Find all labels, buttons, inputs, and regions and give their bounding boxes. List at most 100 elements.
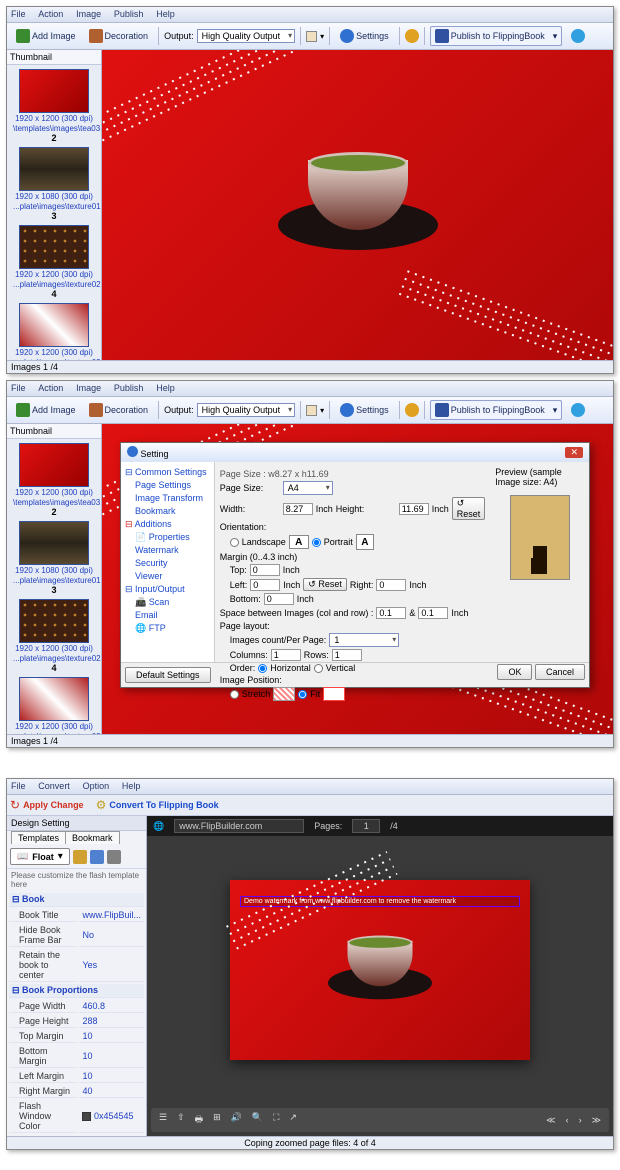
property-value[interactable]: No xyxy=(79,924,144,947)
right-margin-input[interactable] xyxy=(376,579,406,591)
bottom-margin-input[interactable] xyxy=(264,593,294,605)
reset-margin-button[interactable]: ↺ Reset xyxy=(303,578,347,591)
share-icon[interactable]: ↗ xyxy=(289,1112,297,1128)
tree-ftp[interactable]: 🌐 FTP xyxy=(125,622,210,635)
thumbnail-item[interactable]: 1920 x 1080 (300 dpi)...plate\images\tex… xyxy=(13,521,95,595)
property-group[interactable]: ⊟ Book Proportions xyxy=(9,984,144,998)
help-icon[interactable] xyxy=(405,403,419,417)
folder-icon[interactable] xyxy=(73,850,87,864)
tree-page-settings[interactable]: Page Settings xyxy=(125,479,210,492)
fit-radio[interactable] xyxy=(298,690,307,699)
tree-image-transform[interactable]: Image Transform xyxy=(125,492,210,505)
settings-icon[interactable] xyxy=(107,850,121,864)
tree-scan[interactable]: 📠 Scan xyxy=(125,596,210,609)
tree-email[interactable]: Email xyxy=(125,609,210,622)
stretch-radio[interactable] xyxy=(230,690,239,699)
fullscreen-icon[interactable]: ⛶ xyxy=(273,1112,279,1128)
template-select[interactable]: 📖Float ▾ xyxy=(10,848,70,865)
convert-button[interactable]: ⚙Convert To Flipping Book xyxy=(96,798,219,812)
add-image-button[interactable]: Add Image xyxy=(11,400,81,420)
page-color-icon[interactable] xyxy=(306,405,317,416)
page-color-icon[interactable] xyxy=(306,31,317,42)
thumbnail-item[interactable]: 1920 x 1200 (300 dpi)\templates\images\t… xyxy=(13,443,95,517)
decoration-button[interactable]: Decoration xyxy=(84,400,154,420)
portrait-radio[interactable] xyxy=(312,538,321,547)
menu-publish[interactable]: Publish xyxy=(114,9,144,19)
height-input[interactable] xyxy=(399,503,429,515)
images-per-page-select[interactable]: 1 xyxy=(329,633,399,647)
default-settings-button[interactable]: Default Settings xyxy=(125,667,211,683)
sound-icon[interactable]: 🔊 xyxy=(231,1112,242,1128)
print-icon[interactable]: 🖶 xyxy=(195,1112,204,1128)
menu-convert[interactable]: Convert xyxy=(38,781,70,791)
space-col-input[interactable] xyxy=(376,607,406,619)
info-icon[interactable] xyxy=(571,403,585,417)
thumbnail-item[interactable]: 1920 x 1200 (300 dpi)...plate\images\tex… xyxy=(13,599,95,673)
width-input[interactable] xyxy=(283,503,313,515)
info-icon[interactable] xyxy=(571,29,585,43)
book-page[interactable]: Demo watermark from www.flipbuilder.com … xyxy=(230,880,530,1060)
publish-button[interactable]: Publish to FlippingBook▾ xyxy=(430,400,563,420)
property-value[interactable]: 10 xyxy=(79,1030,144,1043)
property-value[interactable]: 0xffffff xyxy=(79,1135,144,1136)
tree-watermark[interactable]: Watermark xyxy=(125,544,210,557)
menu-image[interactable]: Image xyxy=(76,383,101,393)
save-icon[interactable] xyxy=(90,850,104,864)
reset-button[interactable]: ↺ Reset xyxy=(452,497,486,520)
top-margin-input[interactable] xyxy=(250,564,280,576)
property-value[interactable]: 460.8 xyxy=(79,1000,144,1013)
thumbnail-item[interactable]: 1920 x 1200 (300 dpi)...plate\images\tex… xyxy=(13,677,95,734)
columns-input[interactable] xyxy=(271,649,301,661)
space-row-input[interactable] xyxy=(418,607,448,619)
thumbnail-item[interactable]: 1920 x 1200 (300 dpi)...plate\images\tex… xyxy=(13,225,95,299)
menu-file[interactable]: File xyxy=(11,781,26,791)
property-value[interactable]: 288 xyxy=(79,1015,144,1028)
prev-page-icon[interactable]: ‹ xyxy=(566,1115,569,1126)
menu-help[interactable]: Help xyxy=(122,781,141,791)
apply-change-button[interactable]: ↻Apply Change xyxy=(10,798,84,812)
menu-file[interactable]: File xyxy=(11,9,26,19)
menu-help[interactable]: Help xyxy=(156,9,175,19)
thumbnail-item[interactable]: 1920 x 1200 (300 dpi)\templates\images\t… xyxy=(13,69,95,143)
menu-action[interactable]: Action xyxy=(38,383,63,393)
menu-publish[interactable]: Publish xyxy=(114,383,144,393)
zoom-icon[interactable]: 🔍 xyxy=(252,1112,263,1128)
landscape-radio[interactable] xyxy=(230,538,239,547)
property-value[interactable]: 40 xyxy=(79,1085,144,1098)
thumbnail-item[interactable]: 1920 x 1200 (300 dpi)...plate\images\tex… xyxy=(13,303,95,360)
horizontal-radio[interactable] xyxy=(258,664,267,673)
help-icon[interactable] xyxy=(405,29,419,43)
rows-input[interactable] xyxy=(332,649,362,661)
vertical-radio[interactable] xyxy=(314,664,323,673)
decoration-button[interactable]: Decoration xyxy=(84,26,154,46)
ok-button[interactable]: OK xyxy=(497,664,532,680)
url-input[interactable] xyxy=(174,819,304,833)
tree-properties[interactable]: 📄 Properties xyxy=(125,531,210,544)
toc-icon[interactable]: ☰ xyxy=(159,1112,167,1128)
last-page-icon[interactable]: ≫ xyxy=(592,1115,601,1126)
page-size-select[interactable]: A4 xyxy=(283,481,333,495)
property-value[interactable]: 10 xyxy=(79,1070,144,1083)
tab-bookmark[interactable]: Bookmark xyxy=(65,831,120,844)
property-value[interactable]: 10 xyxy=(79,1045,144,1068)
menu-action[interactable]: Action xyxy=(38,9,63,19)
tree-io[interactable]: ⊟ Input/Output xyxy=(125,583,210,596)
upload-icon[interactable]: ⇧ xyxy=(177,1112,185,1128)
tree-additions[interactable]: ⊟ Additions xyxy=(125,518,210,531)
property-value[interactable]: Yes xyxy=(79,949,144,982)
tree-bookmark[interactable]: Bookmark xyxy=(125,505,210,518)
settings-button[interactable]: Settings xyxy=(335,400,394,420)
thumbnail-item[interactable]: 1920 x 1080 (300 dpi)...plate\images\tex… xyxy=(13,147,95,221)
add-image-button[interactable]: Add Image xyxy=(11,26,81,46)
menu-file[interactable]: File xyxy=(11,383,26,393)
page-input[interactable] xyxy=(352,819,380,833)
property-value[interactable]: 0x454545 xyxy=(79,1100,144,1133)
cancel-button[interactable]: Cancel xyxy=(535,664,585,680)
thumbnails-icon[interactable]: ⊞ xyxy=(213,1112,221,1128)
tree-viewer[interactable]: Viewer xyxy=(125,570,210,583)
next-page-icon[interactable]: › xyxy=(579,1115,582,1126)
output-select[interactable]: High Quality Output xyxy=(197,403,296,417)
close-button[interactable]: ✕ xyxy=(565,447,583,458)
menu-option[interactable]: Option xyxy=(83,781,110,791)
tree-security[interactable]: Security xyxy=(125,557,210,570)
